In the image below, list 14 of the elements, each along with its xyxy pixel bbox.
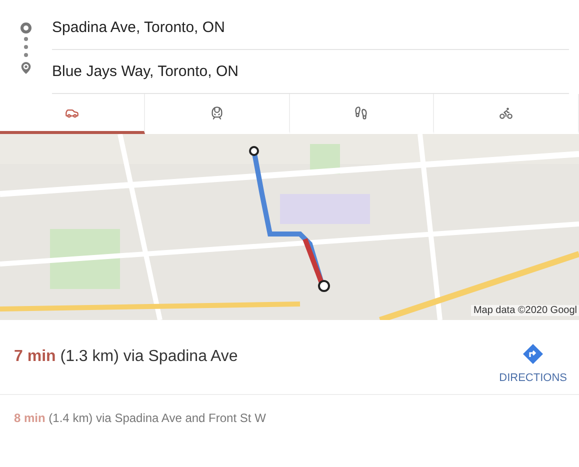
destination-field[interactable]: Blue Jays Way, Toronto, ON — [52, 50, 569, 94]
directions-icon — [523, 344, 544, 364]
mode-tab[interactable] — [0, 94, 145, 134]
directions-button[interactable]: DIRECTIONS — [499, 344, 579, 384]
route-summary[interactable]: 8 min (1.4 km) via Spadina Ave and Front St W — [14, 411, 266, 425]
map-attribution: Map data ©2020 Googl — [471, 305, 579, 316]
pin-icon — [18, 60, 34, 76]
walking-icon — [354, 106, 368, 120]
train-icon — [210, 106, 224, 120]
route-summary[interactable]: 7 min (1.3 km) via Spadina Ave — [14, 348, 238, 366]
bicycle-icon — [499, 106, 514, 120]
dots-icon — [24, 36, 28, 58]
origin-field[interactable]: Spadina Ave, Toronto, ON — [52, 6, 569, 50]
circle-icon — [20, 22, 32, 34]
